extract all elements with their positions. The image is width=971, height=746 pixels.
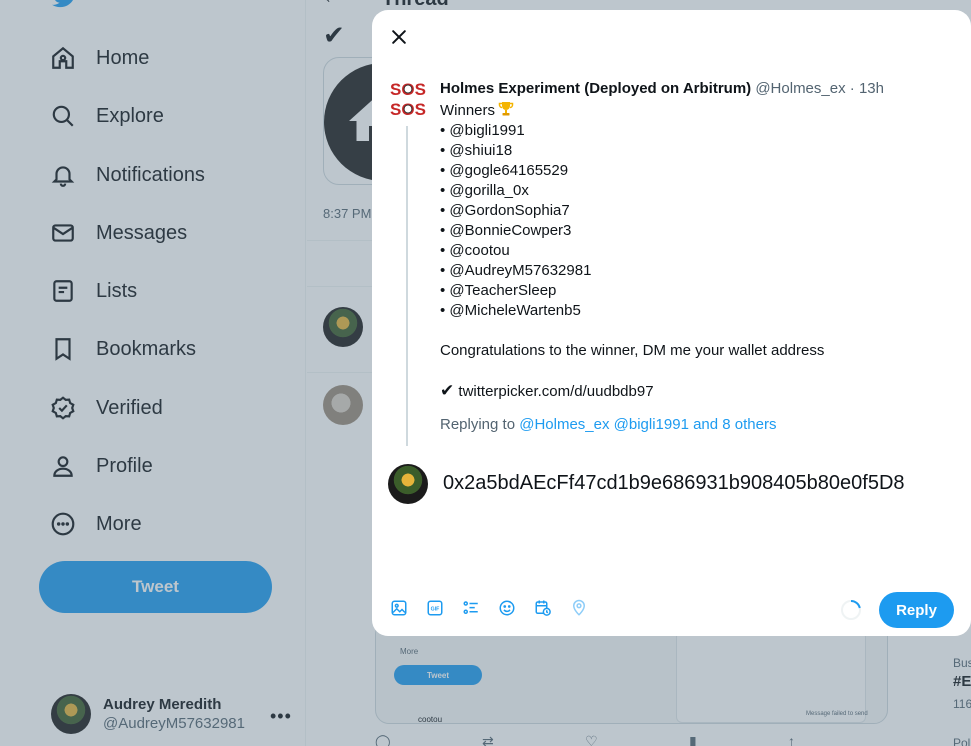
trophy-icon (498, 102, 514, 116)
close-button[interactable] (386, 24, 412, 50)
original-tweet-time[interactable]: 13h (859, 80, 884, 97)
location-icon (572, 599, 586, 616)
poll-icon (463, 601, 478, 614)
original-tweet-header: Holmes Experiment (Deployed on Arbitrum)… (440, 80, 884, 97)
original-author-handle[interactable]: @Holmes_ex (755, 80, 845, 97)
svg-text:SOS: SOS (390, 100, 426, 119)
svg-text:GIF: GIF (431, 607, 441, 613)
winner-item: • @cootou (440, 242, 510, 259)
close-icon (392, 30, 406, 44)
location-button[interactable] (570, 599, 588, 617)
winner-item: • @AudreyM57632981 (440, 262, 592, 279)
image-icon (391, 600, 407, 616)
character-counter-ring (841, 600, 861, 620)
replying-prefix: Replying to (440, 416, 516, 433)
add-poll-button[interactable] (462, 599, 480, 617)
winner-item: • @TeacherSleep (440, 282, 557, 299)
thread-connector (406, 126, 408, 446)
add-media-button[interactable] (390, 599, 408, 617)
winner-item: • @gorilla_0x (440, 182, 529, 199)
add-emoji-button[interactable] (498, 599, 516, 617)
winners-heading: Winners (440, 101, 824, 121)
reply-button[interactable]: Reply (879, 592, 954, 628)
reply-input[interactable]: 0x2a5bdAEcFf47cd1b9e686931b908405b80e0f5… (443, 472, 905, 495)
replying-recipients-link[interactable]: @Holmes_ex @bigli1991 and 8 others (519, 416, 776, 433)
emoji-icon (499, 600, 515, 616)
original-tweet-text: Winners • @bigli1991 • @shiui18 • @gogle… (440, 101, 824, 401)
replying-to: Replying to @Holmes_ex @bigli1991 and 8 … (440, 416, 776, 433)
gif-icon: GIF (427, 600, 443, 616)
schedule-icon (535, 600, 551, 616)
original-author-name[interactable]: Holmes Experiment (Deployed on Arbitrum) (440, 80, 751, 97)
svg-text:SOS: SOS (390, 80, 426, 99)
reply-modal: SOS SOS Holmes Experiment (Deployed on A… (372, 10, 971, 636)
sos-logo-avatar[interactable]: SOS SOS (388, 76, 428, 120)
schedule-button[interactable] (534, 599, 552, 617)
add-gif-button[interactable]: GIF (426, 599, 444, 617)
separator-dot: · (849, 80, 855, 97)
winner-item: • @GordonSophia7 (440, 202, 570, 219)
winner-item: • @shiui18 (440, 142, 513, 159)
avatar[interactable] (388, 464, 428, 504)
congrats-text: Congratulations to the winner, DM me you… (440, 342, 825, 359)
winners-label: Winners (440, 102, 496, 119)
winner-item: • @BonnieCowper3 (440, 222, 572, 239)
link-line: ✔ twitterpicker.com/d/uudbdb97 (440, 381, 824, 401)
winner-item: • @MicheleWartenb5 (440, 302, 581, 319)
compose-toolbar: GIF (390, 599, 588, 617)
check-mark-icon: ✔ (440, 381, 455, 400)
winner-item: • @gogle64165529 (440, 162, 569, 179)
link-text[interactable]: twitterpicker.com/d/uudbdb97 (458, 383, 653, 400)
winner-item: • @bigli1991 (440, 122, 525, 139)
